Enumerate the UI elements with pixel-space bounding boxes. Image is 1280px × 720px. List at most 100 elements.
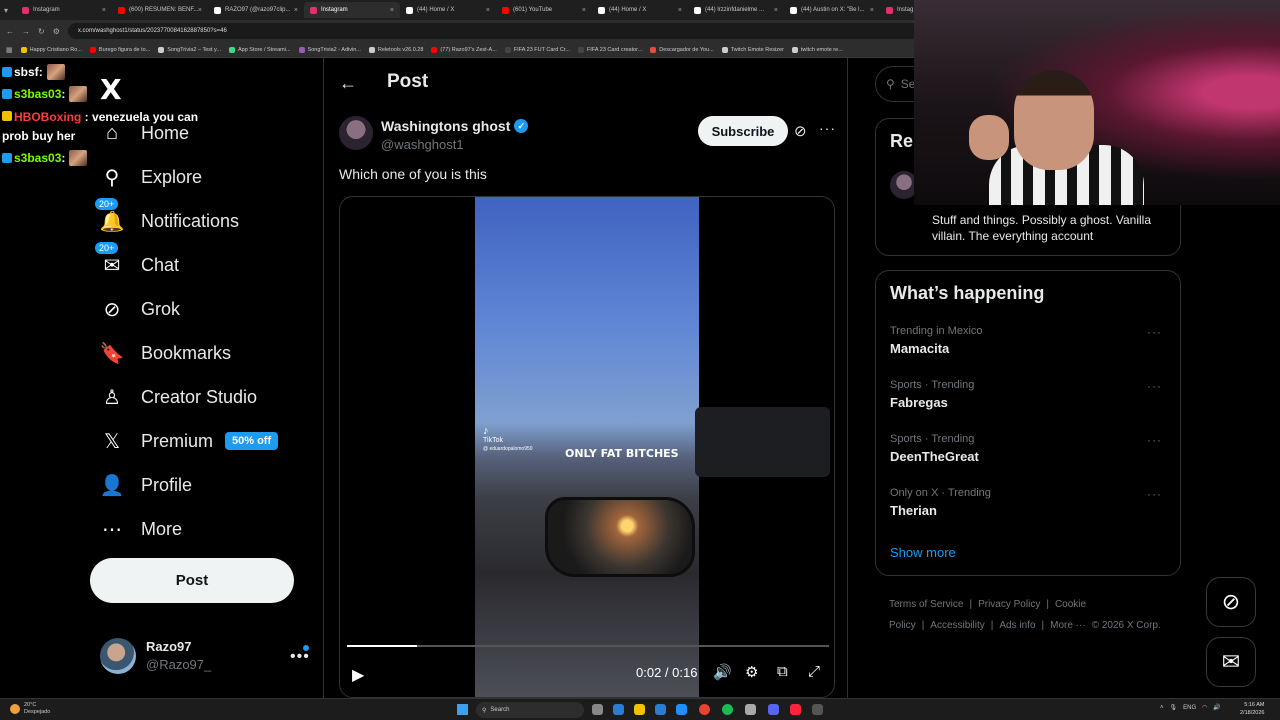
video-progress-bar[interactable]	[347, 645, 829, 647]
browser-tab[interactable]: RAZO97 (@razo97clip... ×	[208, 2, 304, 18]
browser-tab[interactable]: Instagram ×	[16, 2, 112, 18]
mic-icon[interactable]: 🎙	[1170, 704, 1178, 711]
show-more-link[interactable]: Show more	[890, 545, 956, 560]
grok-icon[interactable]: ⊘	[794, 122, 807, 140]
tray-chevron-icon[interactable]: ˄	[1160, 705, 1164, 711]
video-frame[interactable]: ONLY FAT BITCHES ♪ TikTok @ eduardopalom…	[475, 197, 830, 697]
app-icon[interactable]	[812, 704, 823, 715]
discord-icon[interactable]	[768, 704, 779, 715]
close-tab-icon[interactable]: ×	[198, 7, 202, 14]
forward-nav-icon[interactable]: →	[22, 27, 30, 36]
author-name[interactable]: Washingtons ghost ✓	[381, 118, 529, 134]
tab-search-button[interactable]: ▾	[0, 2, 16, 18]
footer-link[interactable]: Ads info	[999, 620, 1035, 631]
bookmark-item[interactable]: FIFA 23 FUT Card Cr...	[504, 46, 570, 53]
author-avatar[interactable]	[339, 116, 373, 150]
nav-item-explore[interactable]: ⚲ Explore	[100, 161, 202, 193]
footer-link[interactable]: Privacy Policy	[978, 599, 1040, 610]
task-view-icon[interactable]	[592, 704, 603, 715]
trend-item[interactable]: Sports · Trending DeenTheGreat ···	[890, 433, 1170, 464]
bookmark-item[interactable]: Twitch Emote Resizer	[721, 46, 784, 53]
subscribe-button[interactable]: Subscribe	[698, 116, 788, 146]
music-icon[interactable]	[790, 704, 801, 715]
footer-link[interactable]: Accessibility	[930, 620, 984, 631]
back-arrow-icon[interactable]: ←	[339, 73, 357, 94]
more-icon[interactable]: ···	[819, 120, 836, 136]
close-tab-icon[interactable]: ×	[390, 7, 394, 14]
bookmark-item[interactable]: SongTrivia2 - Adivin...	[298, 46, 361, 53]
bookmark-item[interactable]: Descargador de You...	[650, 46, 714, 53]
clock[interactable]: 5:16 AM 2/18/2026	[1240, 701, 1264, 717]
account-switcher[interactable]: Razo97 @Razo97_ •••	[100, 638, 309, 674]
bookmark-item[interactable]: FIFA 23 Card creator...	[577, 46, 642, 53]
nav-item-notifications[interactable]: 🔔 20+ Notifications	[94, 197, 239, 237]
nav-item-bookmarks[interactable]: 🔖 Bookmarks	[100, 337, 231, 369]
nav-item-chat[interactable]: ✉ 20+ Chat	[94, 241, 179, 281]
more-icon[interactable]: ···	[1147, 325, 1162, 339]
chrome-icon[interactable]	[699, 704, 710, 715]
mail-app-icon[interactable]	[655, 704, 666, 715]
picture-in-picture-icon[interactable]: ⧉	[777, 663, 788, 680]
site-info-icon[interactable]: ⚙	[53, 27, 60, 36]
close-tab-icon[interactable]: ×	[294, 7, 298, 14]
browser-tab[interactable]: (44) Home / X ×	[400, 2, 496, 18]
browser-tab[interactable]: (44) Home / X ×	[592, 2, 688, 18]
weather-widget[interactable]: 20°C Despejado	[10, 702, 50, 716]
messages-fab-button[interactable]: ✉	[1206, 637, 1256, 687]
bookmark-item[interactable]: twitch emote re...	[791, 46, 843, 53]
trend-item[interactable]: Only on X · Trending Therian ···	[890, 487, 1170, 518]
volume-icon[interactable]: 🔊	[713, 663, 732, 681]
more-icon[interactable]: ···	[1147, 379, 1162, 393]
post-button[interactable]: Post	[90, 558, 294, 603]
close-tab-icon[interactable]: ×	[102, 7, 106, 14]
edge-icon[interactable]	[613, 704, 624, 715]
back-nav-icon[interactable]: ←	[6, 27, 14, 36]
close-tab-icon[interactable]: ×	[774, 7, 778, 14]
bookmark-item[interactable]: Happy Cristiano Ro...	[20, 46, 82, 53]
browser-tab[interactable]: (600) RESUMEN: BENF... ×	[112, 2, 208, 18]
windows-start-icon[interactable]	[457, 704, 468, 715]
nav-item-grok[interactable]: ⊘ Grok	[100, 293, 180, 325]
nav-item-profile[interactable]: 👤 Profile	[100, 469, 192, 501]
file-explorer-icon[interactable]	[634, 704, 645, 715]
volume-icon[interactable]: 🔊	[1213, 704, 1220, 711]
apps-grid-icon[interactable]: ▦	[6, 46, 13, 54]
bookmark-item[interactable]: SongTrivia2 – Test y...	[158, 46, 221, 53]
close-tab-icon[interactable]: ×	[678, 7, 682, 14]
footer-link[interactable]: More ···	[1050, 620, 1086, 631]
bookmark-item[interactable]: Burego figura de to...	[89, 46, 150, 53]
browser-tab[interactable]: Instagram ×	[304, 2, 400, 18]
bookmark-item[interactable]: Reletools v26.0.28	[368, 46, 423, 53]
reload-icon[interactable]: ↻	[38, 27, 45, 36]
more-icon[interactable]: ···	[1147, 433, 1162, 447]
obs-icon[interactable]	[745, 704, 756, 715]
close-tab-icon[interactable]: ×	[582, 7, 586, 14]
wifi-icon[interactable]: ◠	[1202, 704, 1207, 711]
bookmark-item[interactable]: (77) Razo97's Zest-A...	[431, 46, 497, 53]
browser-tab[interactable]: (44) lrzzinfdanielme ... ×	[688, 2, 784, 18]
close-tab-icon[interactable]: ×	[870, 7, 874, 14]
author-handle[interactable]: @washghost1	[381, 137, 464, 152]
nav-item-premium[interactable]: 𝕏 Premium 50% off	[100, 425, 279, 457]
browser-tab[interactable]: (601) YouTube ×	[496, 2, 592, 18]
url-field[interactable]: x.com/washghost1/status/2023770084162887…	[67, 23, 928, 39]
grok-fab-button[interactable]: ⊘	[1206, 577, 1256, 627]
taskbar-search[interactable]: ⚲ Search	[476, 702, 584, 718]
trend-item[interactable]: Sports · Trending Fabregas ···	[890, 379, 1170, 410]
nav-item-more[interactable]: ⋯ More	[100, 513, 182, 545]
browser-tab[interactable]: (44) Austin on X: "Be l... ×	[784, 2, 880, 18]
nav-item-creator-studio[interactable]: ♙ Creator Studio	[100, 381, 257, 413]
language-indicator[interactable]: ENG	[1183, 705, 1196, 711]
play-icon[interactable]: ▶	[352, 665, 364, 685]
x-logo[interactable]: X	[100, 73, 122, 106]
settings-icon[interactable]: ⚙	[745, 663, 758, 681]
trend-item[interactable]: Trending in Mexico Mamacita ···	[890, 325, 1170, 356]
store-icon[interactable]	[676, 704, 687, 715]
spotify-icon[interactable]	[722, 704, 733, 715]
bookmark-item[interactable]: App Store / Streami...	[228, 46, 291, 53]
fullscreen-icon[interactable]: ⤢	[808, 663, 820, 680]
video-player[interactable]: ONLY FAT BITCHES ♪ TikTok @ eduardopalom…	[339, 196, 835, 698]
close-tab-icon[interactable]: ×	[486, 7, 490, 14]
more-icon[interactable]: ···	[1147, 487, 1162, 501]
footer-link[interactable]: Terms of Service	[889, 599, 963, 610]
